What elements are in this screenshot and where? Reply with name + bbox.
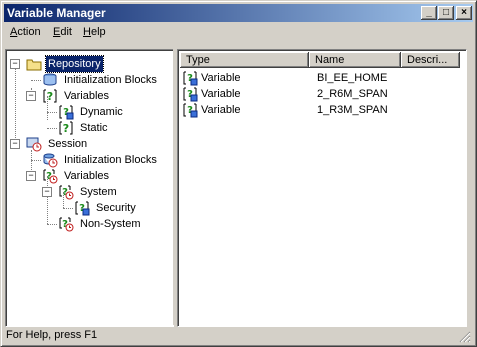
status-text: For Help, press F1 bbox=[6, 329, 98, 341]
tree-item-session-variables[interactable]: − ? Variables bbox=[24, 168, 164, 184]
window-title: Variable Manager bbox=[7, 6, 106, 20]
collapse-icon[interactable]: − bbox=[10, 139, 20, 149]
variable-dynamic-icon: ? bbox=[75, 201, 90, 216]
column-header-name[interactable]: Name bbox=[309, 52, 401, 68]
session-icon bbox=[26, 137, 42, 152]
variable-dynamic-icon: ? bbox=[183, 71, 198, 86]
menu-edit[interactable]: Edit bbox=[53, 26, 72, 38]
status-bar: For Help, press F1 bbox=[4, 328, 473, 344]
tree-label: Security bbox=[96, 202, 136, 214]
tree-item-repository[interactable]: − Repository bbox=[8, 55, 168, 73]
list-row[interactable]: ? Variable BI_EE_HOME bbox=[182, 70, 462, 86]
tree-label: Static bbox=[80, 122, 108, 134]
session-variable-icon: ? bbox=[59, 185, 74, 200]
title-bar[interactable]: Variable Manager _ □ × bbox=[4, 4, 473, 22]
row-type: Variable bbox=[201, 72, 241, 84]
tree-label: Initialization Blocks bbox=[64, 154, 157, 166]
tree-item-static[interactable]: ? Static bbox=[56, 120, 166, 136]
column-header-type[interactable]: Type bbox=[180, 52, 309, 68]
close-button[interactable]: × bbox=[456, 6, 472, 20]
list-row[interactable]: ? Variable 2_R6M_SPAN bbox=[182, 86, 462, 102]
session-database-icon bbox=[43, 153, 58, 168]
list-pane[interactable]: Type Name Descri... ? Variable BI_EE_HOM… bbox=[177, 49, 467, 327]
tree-label: Variables bbox=[64, 170, 110, 182]
collapse-icon[interactable]: − bbox=[10, 59, 20, 69]
tree-label: Variables bbox=[64, 90, 110, 102]
menu-action[interactable]: Action bbox=[10, 26, 41, 38]
pane-splitter[interactable] bbox=[173, 49, 176, 325]
row-name: 2_R6M_SPAN bbox=[317, 88, 388, 100]
tree-item-security[interactable]: ? Security bbox=[72, 200, 170, 216]
tree-label: Initialization Blocks bbox=[64, 74, 157, 86]
tree-label: Repository bbox=[45, 55, 104, 73]
tree-item-initialization-blocks[interactable]: Initialization Blocks bbox=[40, 72, 170, 88]
minimize-button[interactable]: _ bbox=[421, 6, 437, 20]
tree-label: System bbox=[80, 186, 117, 198]
row-name: BI_EE_HOME bbox=[317, 72, 388, 84]
svg-text:?: ? bbox=[63, 122, 69, 135]
collapse-icon[interactable]: − bbox=[26, 171, 36, 181]
tree-item-session-initialization-blocks[interactable]: Initialization Blocks bbox=[40, 152, 170, 168]
session-variable-icon: ? bbox=[43, 169, 58, 184]
database-icon bbox=[43, 73, 57, 86]
column-header-description[interactable]: Descri... bbox=[401, 52, 460, 68]
svg-text:?: ? bbox=[47, 90, 53, 103]
variable-icon: ? bbox=[59, 121, 73, 135]
tree-item-non-system[interactable]: ? Non-System bbox=[56, 216, 170, 232]
row-type: Variable bbox=[201, 88, 241, 100]
collapse-icon[interactable]: − bbox=[42, 187, 52, 197]
tree-item-session[interactable]: − Session bbox=[8, 136, 168, 152]
folder-icon bbox=[26, 59, 42, 71]
variable-icon: ? bbox=[43, 89, 57, 103]
tree-pane[interactable]: − Repository Initialization Blocks − ? V… bbox=[5, 49, 174, 327]
tree-item-system[interactable]: − ? System bbox=[40, 184, 170, 200]
variable-dynamic-icon: ? bbox=[183, 103, 198, 118]
menu-help[interactable]: Help bbox=[83, 26, 106, 38]
resize-grip-icon[interactable] bbox=[459, 331, 471, 343]
session-variable-icon: ? bbox=[59, 217, 74, 232]
tree-label: Session bbox=[48, 138, 88, 150]
variable-dynamic-icon: ? bbox=[59, 105, 74, 120]
menu-bar: Action Edit Help bbox=[4, 24, 473, 42]
variable-manager-window: Variable Manager _ □ × Action Edit Help … bbox=[0, 0, 477, 347]
collapse-icon[interactable]: − bbox=[26, 91, 36, 101]
maximize-button[interactable]: □ bbox=[438, 6, 454, 20]
row-type: Variable bbox=[201, 104, 241, 116]
row-name: 1_R3M_SPAN bbox=[317, 104, 388, 116]
list-row[interactable]: ? Variable 1_R3M_SPAN bbox=[182, 102, 462, 118]
tree-label: Non-System bbox=[80, 218, 141, 230]
tree-label: Dynamic bbox=[80, 106, 123, 118]
tree-item-dynamic[interactable]: ? Dynamic bbox=[56, 104, 166, 120]
variable-dynamic-icon: ? bbox=[183, 87, 198, 102]
tree-item-variables[interactable]: − ? Variables bbox=[24, 88, 164, 104]
